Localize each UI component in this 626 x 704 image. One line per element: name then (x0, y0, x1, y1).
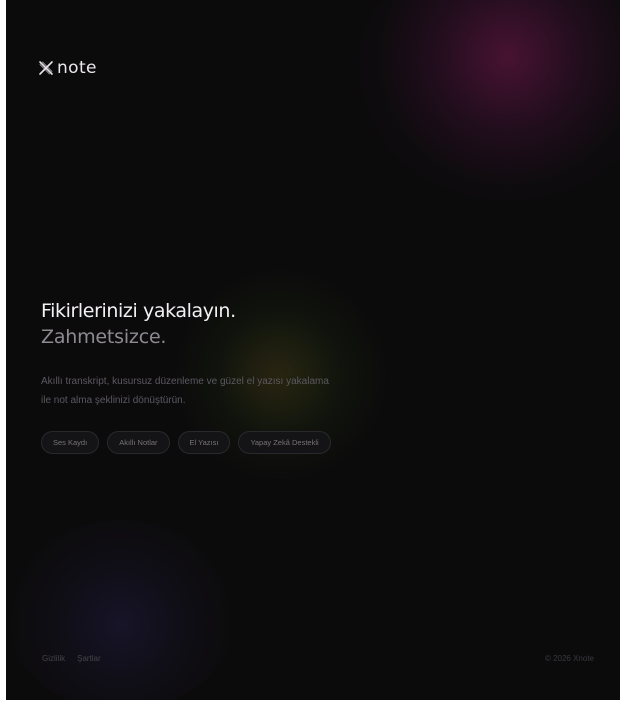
hero-description: Akıllı transkript, kusursuz düzenleme ve… (41, 376, 329, 406)
feature-tag-voice-recording[interactable]: Ses Kaydı (41, 431, 100, 454)
feature-tag-handwriting[interactable]: El Yazısı (177, 431, 231, 454)
footer-links: Gizlilik Şartlar (42, 654, 101, 663)
background-glow-magenta (358, 0, 620, 200)
feature-tag-ai-powered[interactable]: Yapay Zekâ Destekli (238, 431, 331, 454)
copyright-text: © 2026 Xnote (544, 654, 594, 663)
feature-tags: Ses Kaydı Akıllı Notlar El Yazısı Yapay … (41, 431, 461, 454)
terms-link[interactable]: Şartlar (77, 654, 101, 663)
background-glow-indigo (6, 520, 236, 700)
brand-name: note (57, 58, 97, 78)
feature-tag-smart-notes[interactable]: Akıllı Notlar (107, 431, 170, 454)
privacy-link[interactable]: Gizlilik (42, 654, 65, 663)
brand-logo[interactable]: note (38, 58, 97, 78)
landing-page: note Fikirlerinizi yakalayın. Zahmetsizc… (6, 0, 620, 700)
x-logo-icon (39, 61, 53, 75)
hero-section: Fikirlerinizi yakalayın. Zahmetsizce. Ak… (41, 298, 461, 454)
hero-subheadline: Zahmetsizce. (41, 326, 167, 348)
hero-headline: Fikirlerinizi yakalayın. (41, 300, 236, 322)
